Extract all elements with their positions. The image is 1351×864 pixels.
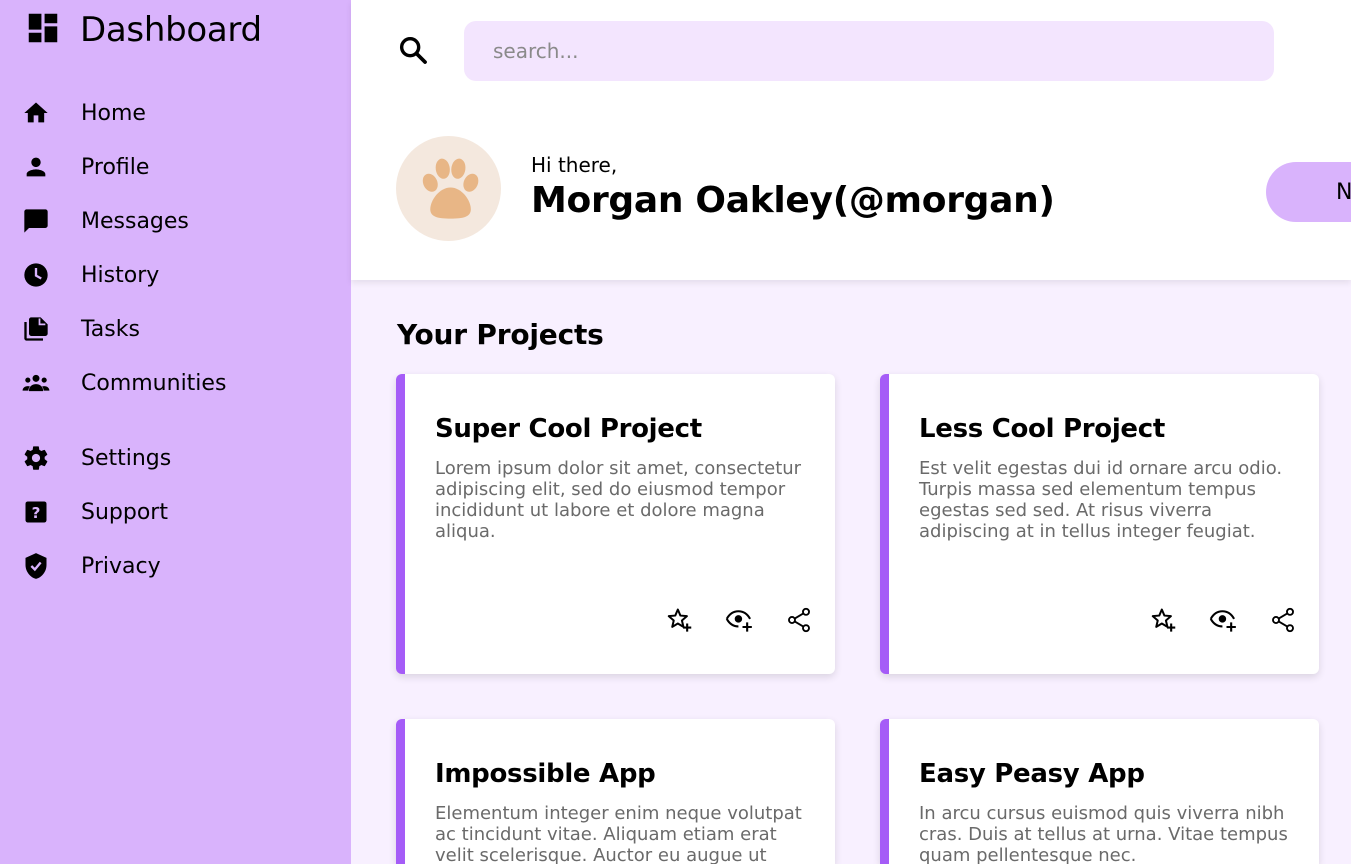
person-icon [20, 151, 52, 183]
sidebar-item-label: Tasks [81, 316, 140, 342]
project-card[interactable]: Less Cool Project Est velit egestas dui … [880, 374, 1319, 674]
sidebar-item-label: Communities [81, 370, 227, 396]
header: Hi there, Morgan Oakley(@morgan) New [351, 0, 1351, 280]
new-button[interactable]: New [1266, 162, 1351, 222]
watch-add-icon[interactable] [1207, 604, 1239, 636]
help-icon: ? [20, 496, 52, 528]
search-input[interactable] [464, 21, 1274, 81]
card-actions [635, 604, 815, 636]
documents-icon [20, 313, 52, 345]
paw-icon [422, 158, 478, 219]
card-actions [1119, 604, 1299, 636]
avatar [396, 136, 501, 241]
star-add-icon[interactable] [1147, 604, 1179, 636]
group-icon [20, 367, 52, 399]
sidebar-item-home[interactable]: Home [20, 97, 340, 129]
project-card[interactable]: Super Cool Project Lorem ipsum dolor sit… [396, 374, 835, 674]
star-add-icon[interactable] [663, 604, 695, 636]
share-icon[interactable] [783, 604, 815, 636]
sidebar-item-communities[interactable]: Communities [20, 367, 340, 399]
svg-text:?: ? [32, 504, 41, 522]
project-card[interactable]: Impossible App Elementum integer enim ne… [396, 719, 835, 864]
project-description: Elementum integer enim neque volutpat ac… [435, 803, 802, 864]
dashboard-icon [24, 9, 62, 51]
gear-icon [20, 442, 52, 474]
sidebar-item-label: Support [81, 499, 168, 525]
sidebar-item-label: Settings [81, 445, 172, 471]
sidebar-item-privacy[interactable]: Privacy [20, 550, 340, 582]
sidebar-item-label: Profile [81, 154, 150, 180]
sidebar-item-support[interactable]: ? Support [20, 496, 340, 528]
home-icon [20, 97, 52, 129]
sidebar-item-label: History [81, 262, 160, 288]
search-icon[interactable] [396, 33, 430, 67]
brand-title: Dashboard [80, 10, 262, 50]
project-title: Super Cool Project [435, 414, 702, 444]
clock-icon [20, 259, 52, 291]
greeting: Hi there, [531, 153, 618, 177]
chat-icon [20, 205, 52, 237]
project-title: Less Cool Project [919, 414, 1166, 444]
project-card[interactable]: Easy Peasy App In arcu cursus euismod qu… [880, 719, 1319, 864]
sidebar: Dashboard Home Profile Messages History … [0, 0, 351, 864]
sidebar-item-tasks[interactable]: Tasks [20, 313, 340, 345]
project-description: Est velit egestas dui id ornare arcu odi… [919, 458, 1283, 542]
sidebar-item-history[interactable]: History [20, 259, 340, 291]
project-description: Lorem ipsum dolor sit amet, consectetur … [435, 458, 802, 542]
sidebar-item-label: Messages [81, 208, 189, 234]
project-title: Impossible App [435, 759, 656, 789]
sidebar-item-messages[interactable]: Messages [20, 205, 340, 237]
project-description: In arcu cursus euismod quis viverra nibh… [919, 803, 1288, 864]
watch-add-icon[interactable] [723, 604, 755, 636]
sidebar-item-label: Home [81, 100, 146, 126]
sidebar-item-profile[interactable]: Profile [20, 151, 340, 183]
sidebar-item-label: Privacy [81, 553, 161, 579]
sidebar-item-settings[interactable]: Settings [20, 442, 340, 474]
username: Morgan Oakley(@morgan) [531, 180, 1055, 221]
brand: Dashboard [24, 8, 262, 52]
shield-icon [20, 550, 52, 582]
share-icon[interactable] [1267, 604, 1299, 636]
project-title: Easy Peasy App [919, 759, 1145, 789]
section-title: Your Projects [397, 318, 604, 351]
